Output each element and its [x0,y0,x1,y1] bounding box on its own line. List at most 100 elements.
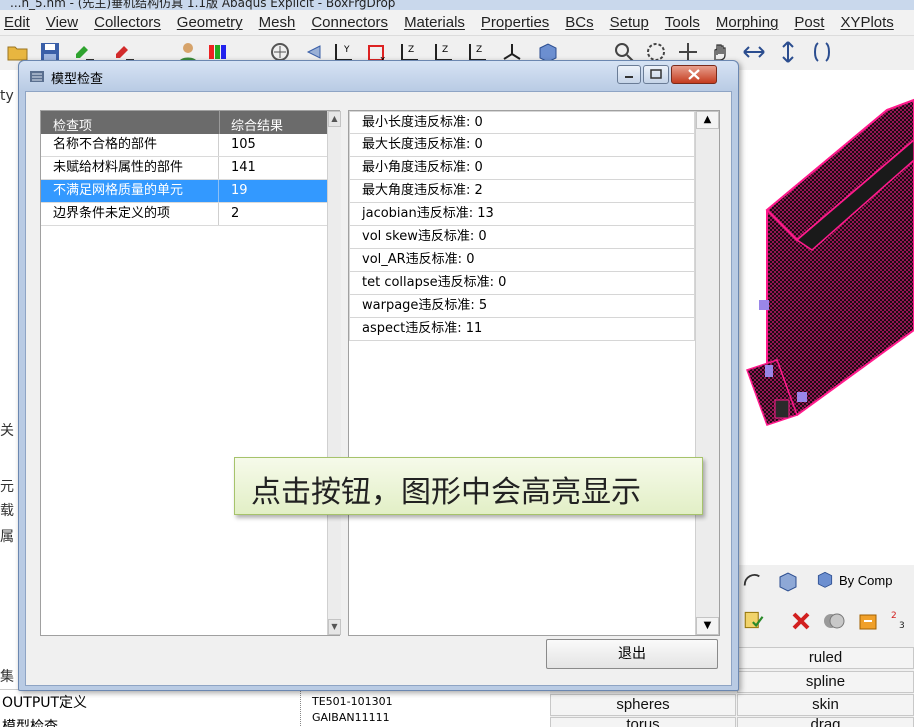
spline-button[interactable]: spline [737,671,914,693]
table-row[interactable]: 边界条件未定义的项 2 [41,203,327,226]
solid-cube-icon[interactable] [775,569,801,593]
header-result[interactable]: 综合结果 [231,115,283,134]
scroll-down-arrow-icon[interactable]: ▼ [328,619,341,635]
tree-item-output[interactable]: OUTPUT定义 [2,692,87,712]
close-button[interactable] [671,65,717,84]
dialog-title: 模型检查 [51,72,104,87]
list-item[interactable]: vol_AR违反标准: 0 [349,249,695,272]
row-check-item[interactable]: 名称不合格的部件 [41,134,219,156]
row-check-item[interactable]: 未赋给材料属性的部件 [41,157,219,179]
menu-mesh[interactable]: Mesh [259,14,296,31]
dialog-body: 检查项 综合结果 名称不合格的部件 105 未赋给材料属性的部件 141 不满足… [25,91,732,686]
list-item[interactable]: warpage违反标准: 5 [349,295,695,318]
utility-panel: By Comp 23 [737,565,914,647]
dialog-app-icon [30,71,44,82]
svg-text:Z: Z [442,45,448,55]
list-item[interactable]: 最小长度违反标准: 0 [349,111,695,134]
svg-text:Z: Z [408,45,414,55]
browser-fragment-item: 载 [0,503,14,519]
app-title-bar: ...h_5.hm - (先主)垂机结构仿真 1.1版 Abaqus Expli… [0,0,914,10]
tree-connector [300,690,301,727]
browser-fragment-text: ty [0,88,14,104]
app-title: ...h_5.hm - (先主)垂机结构仿真 1.1版 Abaqus Expli… [10,0,396,10]
menu-edit[interactable]: Edit [4,14,30,31]
dialog-title-bar[interactable]: 模型检查 [19,61,738,91]
header-check-item[interactable]: 检查项 [53,115,92,134]
table-row-selected[interactable]: 不满足网格质量的单元 19 [41,180,327,203]
row-result[interactable]: 105 [231,134,256,156]
menu-morphing[interactable]: Morphing [716,14,779,31]
delete-icon[interactable] [789,609,813,633]
annotation-text: 点击按钮，图形中会高亮显示 [251,475,641,510]
row-check-item[interactable]: 边界条件未定义的项 [41,203,219,225]
svg-text:Y: Y [343,45,350,55]
spheres-button[interactable]: spheres [550,694,736,716]
table-row[interactable]: 未赋给材料属性的部件 141 [41,157,327,180]
scroll-up-arrow-icon[interactable]: ▲ [328,111,341,127]
browser-fragment-item: 属 [0,529,14,545]
minimize-icon [625,76,633,78]
list-item[interactable]: 最大角度违反标准: 2 [349,180,695,203]
maximize-button[interactable] [643,65,669,84]
horizontal-move-icon[interactable] [742,40,766,64]
menu-view[interactable]: View [46,14,78,31]
close-icon [688,69,700,80]
element-check-icon[interactable] [741,607,769,633]
menu-bcs[interactable]: BCs [565,14,593,31]
skin-button[interactable]: skin [737,694,914,716]
table-row[interactable]: 名称不合格的部件 105 [41,134,327,157]
menu-setup[interactable]: Setup [610,14,649,31]
scroll-down-arrow-icon[interactable]: ▼ [696,617,719,635]
row-result[interactable]: 141 [231,157,256,179]
by-comp-label[interactable]: By Comp [839,573,892,588]
menu-connectors[interactable]: Connectors [311,14,388,31]
list-item[interactable]: aspect违反标准: 11 [349,318,695,341]
browser-fragment-item: 集 [0,669,14,685]
organize-icon[interactable] [855,609,881,633]
curve-arrow-icon[interactable] [741,569,763,591]
browser-fragment-item: 关 [0,423,14,439]
duplicate-icon[interactable] [821,609,847,633]
list-scrollbar[interactable]: ▲ ▼ [695,111,719,635]
row-check-item[interactable]: 不满足网格质量的单元 [41,180,219,202]
menu-geometry[interactable]: Geometry [177,14,243,31]
table-scrollbar[interactable]: ▲ ▼ [327,111,341,635]
menu-materials[interactable]: Materials [404,14,465,31]
tree-sub-item[interactable]: TE501-101301 [312,695,393,708]
tree-item-model-check[interactable]: 模型检查 [2,716,58,727]
model-browser-panel: ty 关 元 载 属 集 [0,70,20,727]
menu-properties[interactable]: Properties [481,14,549,31]
drag-button[interactable]: drag [737,717,914,727]
list-item[interactable]: 最大长度违反标准: 0 [349,134,695,157]
scroll-up-arrow-icon[interactable]: ▲ [696,111,719,129]
model-tree-bottom: OUTPUT定义 模型检查 TE501-101301 GAIBAN11111 [0,689,550,727]
mesh-model [746,98,914,426]
annotation-callout: 点击按钮，图形中会高亮显示 [234,457,703,515]
check-details-list: 最小长度违反标准: 0 最大长度违反标准: 0 最小角度违反标准: 0 最大角度… [348,110,720,636]
vertical-move-icon[interactable] [776,40,800,64]
check-items-table: 检查项 综合结果 名称不合格的部件 105 未赋给材料属性的部件 141 不满足… [40,110,341,636]
graphics-viewport[interactable] [737,70,914,565]
list-item[interactable]: vol skew违反标准: 0 [349,226,695,249]
exit-button[interactable]: 退出 [546,639,718,669]
menu-tools[interactable]: Tools [665,14,700,31]
tree-sub-item[interactable]: GAIBAN11111 [312,711,390,724]
minimize-button[interactable] [617,65,641,84]
list-item[interactable]: tet collapse违反标准: 0 [349,272,695,295]
torus-button[interactable]: torus [550,717,736,727]
menu-collectors[interactable]: Collectors [94,14,161,31]
svg-text:Z: Z [476,45,482,55]
list-item[interactable]: 最小角度违反标准: 0 [349,157,695,180]
menu-post[interactable]: Post [794,14,824,31]
fit-icon[interactable] [810,40,834,64]
row-result[interactable]: 19 [231,180,248,202]
model-check-dialog: 模型检查 检查项 综合结果 名称不合格的部件 105 未赋给材料属性的部件 14 [18,60,739,691]
row-result[interactable]: 2 [231,203,239,225]
maximize-icon [650,69,662,79]
menu-bar: Edit View Collectors Geometry Mesh Conne… [0,10,914,36]
renumber-icon[interactable]: 23 [889,607,913,633]
ruled-button[interactable]: ruled [737,647,914,669]
browser-fragment-item: 元 [0,479,14,495]
list-item[interactable]: jacobian违反标准: 13 [349,203,695,226]
menu-xyplots[interactable]: XYPlots [840,14,893,31]
